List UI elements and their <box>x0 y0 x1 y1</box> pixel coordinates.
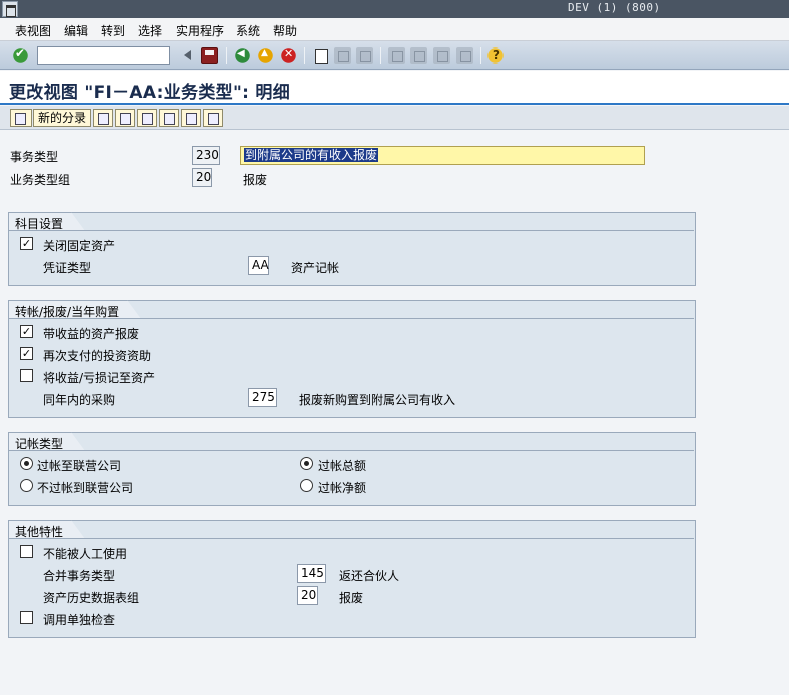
menu-goto[interactable]: 转到 <box>98 22 128 39</box>
copy-icon[interactable] <box>93 109 113 127</box>
consol-trans-input[interactable]: 145 <box>297 564 326 583</box>
enter-icon[interactable] <box>12 46 29 64</box>
menu-selection[interactable]: 选择 <box>135 22 165 39</box>
repay-investment-checkbox[interactable]: ✓ <box>20 347 33 360</box>
repay-investment-label: 再次支付的投资资助 <box>43 349 152 363</box>
system-menu-icon[interactable] <box>2 1 18 17</box>
standard-toolbar <box>0 41 789 70</box>
deactivate-asset-label: 关闭固定资产 <box>43 239 116 253</box>
undo-icon[interactable] <box>137 109 157 127</box>
trans-group-field: 20 <box>192 168 212 187</box>
doc-type-desc: 资产记帐 <box>291 261 340 275</box>
consol-trans-desc: 返还合伙人 <box>339 569 400 583</box>
group-transfer-retirement: 转帐/报废/当年购置 ✓ 带收益的资产报废 ✓ 再次支付的投资资助 将收益/亏损… <box>8 300 696 418</box>
page-title: 更改视图 "FI－AA:业务类型": 明细 <box>9 83 291 103</box>
toolbar-separator <box>480 47 481 64</box>
delete-icon[interactable] <box>115 109 135 127</box>
not-to-affiliated-label: 不过帐到联营公司 <box>37 481 134 495</box>
asset-hist-input[interactable]: 20 <box>297 586 318 605</box>
menu-system[interactable]: 系统 <box>233 22 263 39</box>
post-gross-label: 过帐总额 <box>318 459 367 473</box>
same-year-acq-label: 同年内的采购 <box>43 393 116 407</box>
group-other-features: 其他特性 不能被人工使用 合并事务类型 145 返还合伙人 资产历史数据表组 2… <box>8 520 696 638</box>
trans-group-desc: 报废 <box>243 173 268 187</box>
group-posting-type: 记帐类型 过帐至联营公司 过帐总额 不过帐到联营公司 过帐净额 <box>8 432 696 506</box>
doc-type-label: 凭证类型 <box>43 261 92 275</box>
display-change-icon[interactable] <box>10 109 32 127</box>
group-divider <box>8 538 694 539</box>
retirement-with-revenue-label: 带收益的资产报废 <box>43 327 140 341</box>
command-history-icon[interactable] <box>180 47 197 64</box>
asset-hist-desc: 报废 <box>339 591 364 605</box>
last-page-icon[interactable] <box>456 47 473 64</box>
previous-entry-icon[interactable] <box>159 109 179 127</box>
trans-type-label: 事务类型 <box>10 150 59 164</box>
menu-table-view[interactable]: 表视图 <box>12 22 54 39</box>
menu-edit[interactable]: 编辑 <box>61 22 91 39</box>
menu-help[interactable]: 帮助 <box>270 22 300 39</box>
title-area: 更改视图 "FI－AA:业务类型": 明细 <box>0 71 789 105</box>
same-year-acq-input[interactable]: 275 <box>248 388 277 407</box>
call-individual-check-checkbox[interactable] <box>20 611 33 624</box>
group-title: 其他特性 <box>8 520 85 539</box>
find-next-icon[interactable] <box>356 47 373 64</box>
not-to-affiliated-radio[interactable] <box>20 479 33 492</box>
toolbar-separator <box>226 47 227 64</box>
find-icon[interactable] <box>334 47 351 64</box>
group-divider <box>8 230 694 231</box>
asset-hist-label: 资产历史数据表组 <box>43 591 140 605</box>
trans-type-desc-text: 到附属公司的有收入报废 <box>244 148 379 162</box>
window-title-bar: DEV (1) (800) <box>0 0 789 18</box>
post-gross-radio[interactable] <box>300 457 313 470</box>
group-title: 转帐/报废/当年购置 <box>8 300 141 319</box>
menu-utilities[interactable]: 实用程序 <box>173 22 227 39</box>
consol-trans-label: 合并事务类型 <box>43 569 116 583</box>
new-entries-button[interactable]: 新的分录 <box>33 109 92 127</box>
group-divider <box>8 318 694 319</box>
post-gain-loss-checkbox[interactable] <box>20 369 33 382</box>
group-account-assignment: 科目设置 ✓ 关闭固定资产 凭证类型 AA 资产记帐 <box>8 212 696 286</box>
next-entry-icon[interactable] <box>181 109 201 127</box>
previous-page-icon[interactable] <box>410 47 427 64</box>
call-individual-check-label: 调用单独检查 <box>43 613 116 627</box>
trans-type-desc-field[interactable]: 到附属公司的有收入报废 <box>240 146 645 165</box>
next-page-icon[interactable] <box>433 47 450 64</box>
help-icon[interactable] <box>487 47 504 64</box>
system-info: DEV (1) (800) <box>568 1 661 14</box>
post-net-radio[interactable] <box>300 479 313 492</box>
save-icon[interactable] <box>201 47 218 64</box>
back-icon[interactable] <box>234 47 251 64</box>
select-all-icon[interactable] <box>203 109 223 127</box>
post-net-label: 过帐净额 <box>318 481 367 495</box>
trans-type-field: 230 <box>192 146 220 165</box>
toolbar-separator <box>304 47 305 64</box>
group-title: 记帐类型 <box>8 432 85 451</box>
toolbar-separator <box>380 47 381 64</box>
post-to-affiliated-radio[interactable] <box>20 457 33 470</box>
post-to-affiliated-label: 过帐至联营公司 <box>37 459 122 473</box>
print-icon[interactable] <box>312 47 329 64</box>
application-toolbar: 新的分录 <box>0 106 789 130</box>
command-field[interactable] <box>37 46 170 65</box>
group-title: 科目设置 <box>8 212 85 231</box>
cancel-icon[interactable] <box>280 47 297 64</box>
group-divider <box>8 450 694 451</box>
retirement-with-revenue-checkbox[interactable]: ✓ <box>20 325 33 338</box>
trans-group-label: 业务类型组 <box>10 173 71 187</box>
menu-bar: 表视图 编辑 转到 选择 实用程序 系统 帮助 <box>0 18 789 41</box>
exit-icon[interactable] <box>257 47 274 64</box>
first-page-icon[interactable] <box>388 47 405 64</box>
deactivate-asset-checkbox[interactable]: ✓ <box>20 237 33 250</box>
post-gain-loss-label: 将收益/亏损记至资产 <box>43 371 156 385</box>
doc-type-input[interactable]: AA <box>248 256 269 275</box>
no-manual-use-checkbox[interactable] <box>20 545 33 558</box>
same-year-acq-desc: 报废新购置到附属公司有收入 <box>299 393 456 407</box>
no-manual-use-label: 不能被人工使用 <box>43 547 128 561</box>
